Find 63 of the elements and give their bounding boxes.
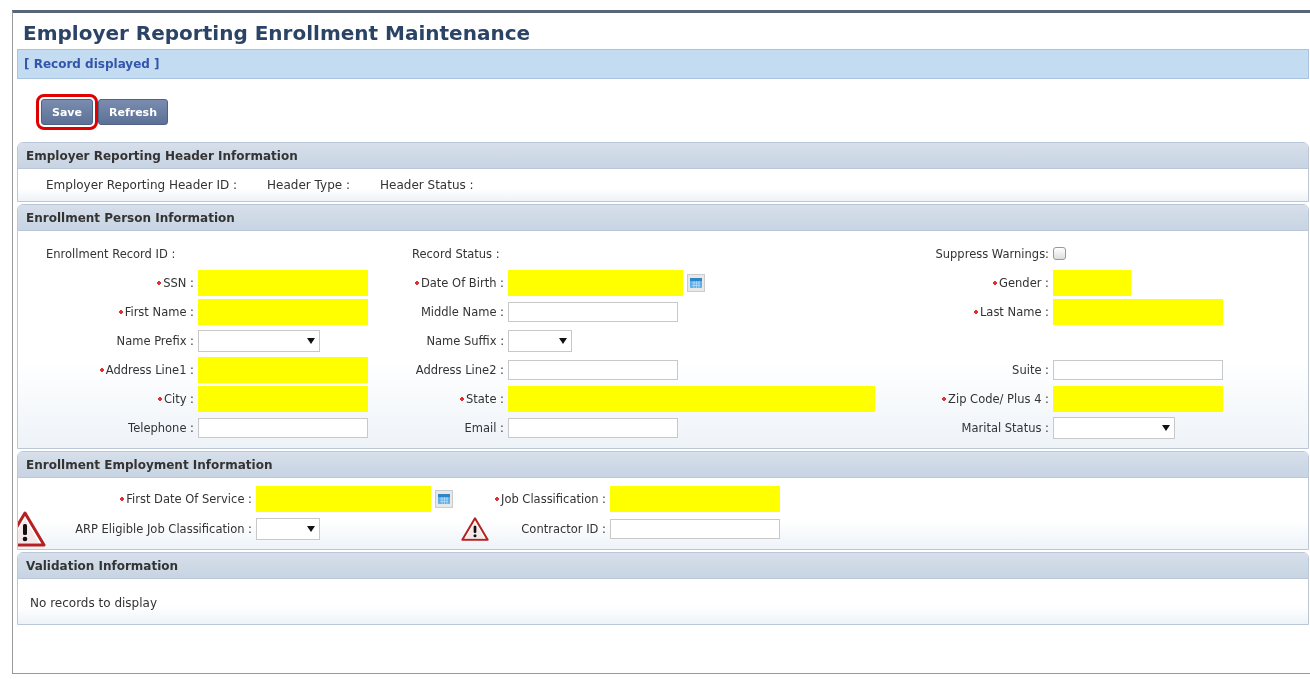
section-header: Employer Reporting Header Information [18, 143, 1308, 169]
field-label: Date Of Birth : [420, 275, 504, 290]
field-label: Employer Reporting Header ID : [46, 178, 238, 192]
field-label: First Name : [124, 304, 194, 319]
dropdown[interactable] [256, 518, 320, 540]
field-label: Name Prefix : [116, 333, 194, 348]
dropdown-arrow-icon [307, 526, 315, 532]
redacted-input-field[interactable] [198, 298, 368, 325]
section-header: Enrollment Employment Information [18, 452, 1308, 478]
field-label: Zip Code/ Plus 4 : [948, 391, 1049, 406]
field-label: Address Line1 : [105, 362, 194, 377]
redacted-input-field[interactable] [1053, 385, 1223, 412]
field-label: Telephone : [128, 420, 194, 435]
dropdown[interactable] [1053, 416, 1175, 439]
dropdown-arrow-icon [307, 337, 315, 344]
field-label: Address Line2 : [415, 362, 504, 377]
redacted-input-field[interactable] [198, 269, 368, 296]
dropdown-arrow-icon [559, 337, 567, 344]
dropdown-arrow-icon [1162, 424, 1170, 431]
input-field[interactable] [508, 359, 678, 380]
field-label: Header Status : [380, 178, 474, 192]
field-label: Marital Status : [961, 420, 1049, 435]
field-label: Last Name : [979, 304, 1049, 319]
dropdown[interactable] [508, 329, 572, 352]
redacted-input-field[interactable] [1053, 269, 1131, 296]
page-title: Employer Reporting Enrollment Maintenance [22, 20, 532, 47]
field-label: ARP Eligible Job Classification : [75, 522, 252, 536]
field-label: First Date Of Service : [126, 492, 252, 506]
field-label: City : [163, 391, 194, 406]
dropdown[interactable] [198, 329, 320, 352]
redacted-input-field[interactable] [508, 269, 683, 296]
redacted-input-field[interactable] [508, 385, 875, 412]
calendar-icon[interactable] [435, 490, 453, 508]
input-field[interactable] [1053, 359, 1223, 380]
section-header: Validation Information [18, 553, 1308, 579]
redacted-input-field[interactable] [1053, 298, 1223, 325]
redacted-input-field[interactable] [198, 356, 368, 383]
field-label: Enrollment Record ID : [46, 246, 176, 261]
section-header: Enrollment Person Information [18, 205, 1308, 231]
redacted-input-field[interactable] [198, 385, 368, 412]
field-label: Job Classification : [501, 492, 606, 506]
input-field[interactable] [198, 417, 368, 438]
action-button[interactable]: Refresh [98, 99, 168, 125]
field-label: State : [466, 391, 504, 406]
empty-message: No records to display [30, 596, 157, 610]
status-message: [ Record displayed ] [24, 57, 160, 71]
field-label: Email : [464, 420, 504, 435]
input-field[interactable] [508, 301, 678, 322]
field-label: Suppress Warnings: [935, 246, 1049, 261]
input-field[interactable] [610, 519, 780, 539]
field-label: Record Status : [412, 246, 500, 261]
calendar-icon[interactable] [687, 273, 705, 292]
field-label: Suite : [1012, 362, 1049, 377]
field-label: Middle Name : [420, 304, 504, 319]
field-label: Header Type : [267, 178, 351, 192]
field-label: SSN : [163, 275, 194, 290]
input-field[interactable] [508, 417, 678, 438]
redacted-input-field[interactable] [610, 486, 780, 512]
checkbox[interactable] [1053, 247, 1066, 260]
redacted-input-field[interactable] [256, 486, 431, 512]
field-label: Contractor ID : [521, 522, 606, 536]
field-label: Gender : [999, 275, 1049, 290]
field-label: Name Suffix : [426, 333, 504, 348]
